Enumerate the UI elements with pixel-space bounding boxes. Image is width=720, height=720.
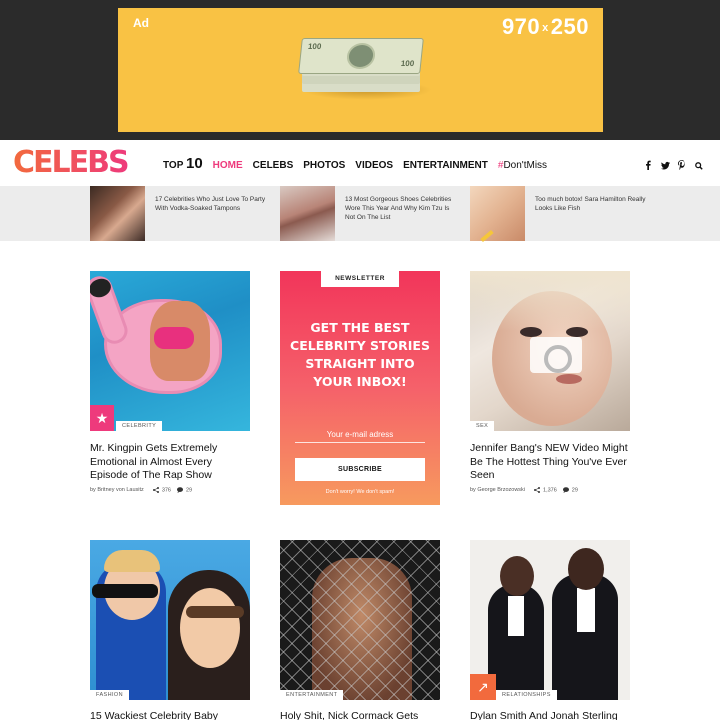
- article-title[interactable]: 15 Wackiest Celebrity Baby: [90, 710, 250, 720]
- comment-count: 29: [571, 487, 578, 494]
- ad-label: Ad: [133, 16, 149, 30]
- comment-count: 29: [186, 487, 193, 494]
- author-name[interactable]: by Britney von Lausitz: [90, 487, 144, 493]
- article-image[interactable]: ↗ RELATIONSHIPS: [470, 540, 630, 700]
- site-header: CELEBS TOP 10 HOME CELEBS PHOTOS VIDEOS …: [0, 140, 720, 186]
- article-title[interactable]: Holy Shit, Nick Cormack Gets: [280, 710, 440, 720]
- trending-thumbnail[interactable]: [280, 186, 335, 241]
- facebook-icon[interactable]: [644, 157, 652, 170]
- comment-icon: [177, 487, 183, 493]
- nav-item-photos[interactable]: PHOTOS: [303, 160, 345, 171]
- nav-item-videos[interactable]: VIDEOS: [355, 160, 393, 171]
- ad-banner[interactable]: Ad 970 x250 100 100: [118, 8, 603, 132]
- category-badge[interactable]: FASHION: [90, 690, 129, 700]
- main-nav: TOP 10 HOME CELEBS PHOTOS VIDEOS ENTERTA…: [163, 155, 557, 172]
- email-field[interactable]: [295, 427, 425, 443]
- nav-item-home[interactable]: HOME: [213, 160, 243, 171]
- nav-item-top10[interactable]: TOP 10: [163, 155, 203, 172]
- trending-icon: ↗: [470, 674, 496, 700]
- trending-thumbnail[interactable]: [90, 186, 145, 241]
- newsletter-headline: GET THE BEST CELEBRITY STORIES STRAIGHT …: [290, 320, 430, 389]
- article-meta: by George Brzozowski 1,376 29: [470, 487, 578, 493]
- article-title[interactable]: Mr. Kingpin Gets Extremely Emotional in …: [90, 442, 250, 483]
- article-title[interactable]: Dylan Smith And Jonah Sterling: [470, 710, 630, 720]
- trending-title[interactable]: 17 Celebrities Who Just Love To Party Wi…: [155, 195, 267, 213]
- share-count: 1,376: [543, 487, 557, 494]
- article-meta: by Britney von Lausitz 376 29: [90, 487, 192, 493]
- article-image[interactable]: FASHION: [90, 540, 250, 700]
- article-image[interactable]: ENTERTAINMENT: [280, 540, 440, 700]
- category-badge[interactable]: CELEBRITY: [116, 421, 163, 431]
- share-icon: [152, 487, 159, 493]
- social-links: [644, 157, 703, 170]
- category-badge[interactable]: SEX: [470, 421, 495, 431]
- trending-thumbnail[interactable]: [470, 186, 525, 243]
- trending-title[interactable]: 13 Most Gorgeous Shoes Celebrities Wore …: [345, 195, 457, 222]
- article-image[interactable]: ★ CELEBRITY: [90, 271, 250, 431]
- nav-item-dontmiss[interactable]: #Don'tMiss: [498, 160, 547, 171]
- trending-strip: 17 Celebrities Who Just Love To Party Wi…: [0, 186, 720, 243]
- trending-title[interactable]: Too much botox! Sara Hamilton Really Loo…: [535, 195, 647, 213]
- category-badge[interactable]: ENTERTAINMENT: [280, 690, 344, 700]
- category-badge[interactable]: RELATIONSHIPS: [496, 690, 557, 700]
- video-play-icon[interactable]: [530, 337, 582, 373]
- share-icon: [534, 487, 541, 493]
- share-count: 376: [161, 487, 171, 494]
- pinterest-icon[interactable]: [678, 157, 686, 170]
- search-icon[interactable]: [695, 157, 703, 170]
- ad-band: Ad 970 x250 100 100: [0, 0, 720, 140]
- star-icon: ★: [90, 405, 114, 431]
- newsletter-tab: NEWSLETTER: [321, 271, 399, 287]
- author-name[interactable]: by George Brzozowski: [470, 487, 525, 493]
- arrow-icon: [480, 229, 494, 243]
- article-image[interactable]: SEX: [470, 271, 630, 431]
- site-logo[interactable]: CELEBS: [13, 148, 130, 178]
- twitter-icon[interactable]: [661, 157, 670, 170]
- ad-size-label: 970 x250: [501, 14, 589, 39]
- newsletter-note: Don't worry! We don't spam!: [325, 489, 395, 495]
- nav-item-entertainment[interactable]: ENTERTAINMENT: [403, 160, 488, 171]
- newsletter-box: NEWSLETTER GET THE BEST CELEBRITY STORIE…: [280, 271, 440, 505]
- comment-icon: [562, 487, 569, 493]
- dollar-bill-image: 100 100: [298, 38, 424, 74]
- subscribe-button[interactable]: SUBSCRIBE: [295, 458, 425, 481]
- nav-item-celebs[interactable]: CELEBS: [253, 160, 294, 171]
- article-title[interactable]: Jennifer Bang's NEW Video Might Be The H…: [470, 442, 630, 483]
